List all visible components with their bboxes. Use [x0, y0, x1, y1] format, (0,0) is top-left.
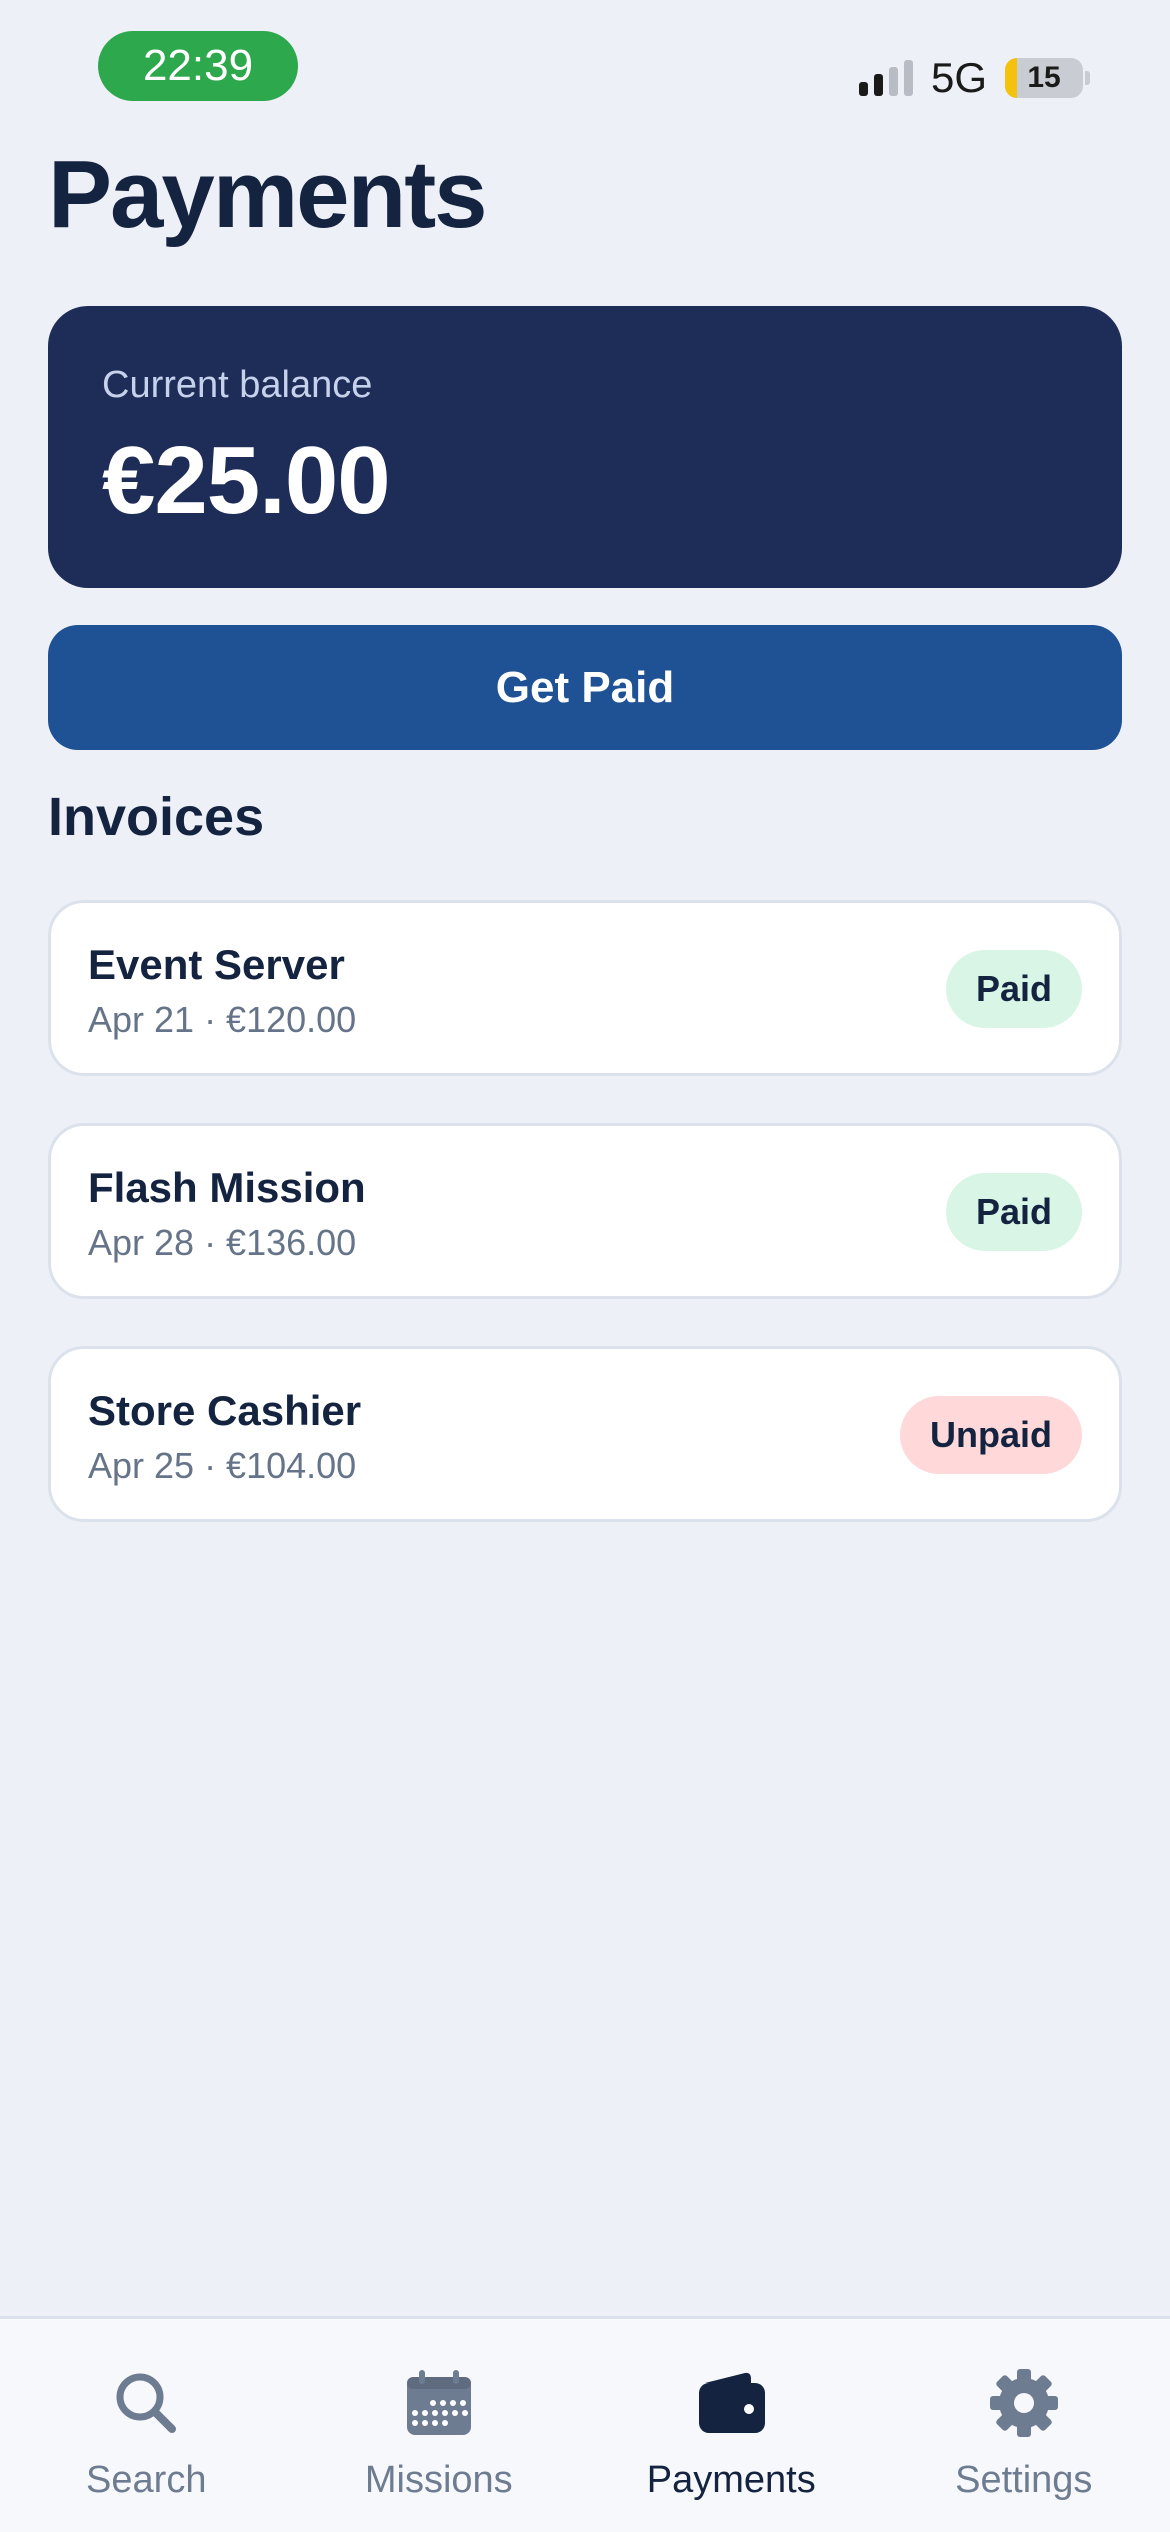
status-badge: Paid [945, 950, 1082, 1028]
page-title: Payments [48, 141, 488, 248]
invoice-card[interactable]: Flash Mission Apr 28 · €136.00 Paid [48, 1123, 1122, 1299]
tab-label: Missions [364, 2459, 513, 2501]
invoice-name: Store Cashier [88, 1387, 362, 1434]
calendar-icon [406, 2370, 471, 2435]
gear-icon [989, 2369, 1058, 2437]
invoices-section-title: Invoices [48, 787, 265, 847]
tab-search[interactable]: Search [0, 2319, 293, 2532]
network-label: 5G [930, 54, 987, 101]
tab-label: Search [86, 2459, 207, 2501]
signal-icon [858, 60, 913, 96]
battery-icon: 15 [1005, 58, 1083, 98]
balance-amount: €25.00 [102, 427, 391, 534]
tab-missions[interactable]: Missions [293, 2319, 586, 2532]
invoice-meta: Apr 28 · €136.00 [88, 1222, 357, 1263]
invoice-name: Event Server [88, 941, 345, 988]
invoice-card[interactable]: Event Server Apr 21 · €120.00 Paid [48, 900, 1122, 1076]
invoice-list: Event Server Apr 21 · €120.00 Paid Flash… [48, 900, 1122, 1569]
wallet-icon [699, 2372, 766, 2433]
tab-label: Payments [646, 2459, 816, 2501]
status-badge: Paid [945, 1173, 1082, 1251]
payments-screen: 22:39 5G 15 Payments Current balance €25… [0, 0, 1170, 2532]
tab-bar: Search Missions Payments Settings [0, 2316, 1170, 2532]
status-indicators: 5G 15 [858, 46, 1090, 110]
search-icon [116, 2373, 177, 2433]
invoice-meta: Apr 21 · €120.00 [88, 999, 357, 1040]
balance-label: Current balance [102, 364, 373, 406]
tab-label: Settings [955, 2459, 1093, 2501]
invoice-card[interactable]: Store Cashier Apr 25 · €104.00 Unpaid [48, 1346, 1122, 1522]
invoice-meta: Apr 25 · €104.00 [88, 1445, 357, 1486]
status-badge: Unpaid [900, 1396, 1082, 1474]
battery-level: 15 [1027, 61, 1061, 94]
tab-payments[interactable]: Payments [585, 2319, 878, 2532]
battery-cap [1085, 71, 1090, 85]
tab-settings[interactable]: Settings [878, 2319, 1170, 2532]
balance-card: Current balance €25.00 [48, 306, 1122, 588]
status-time: 22:39 [98, 31, 298, 101]
invoice-name: Flash Mission [88, 1164, 366, 1211]
get-paid-button[interactable]: Get Paid [48, 625, 1122, 750]
